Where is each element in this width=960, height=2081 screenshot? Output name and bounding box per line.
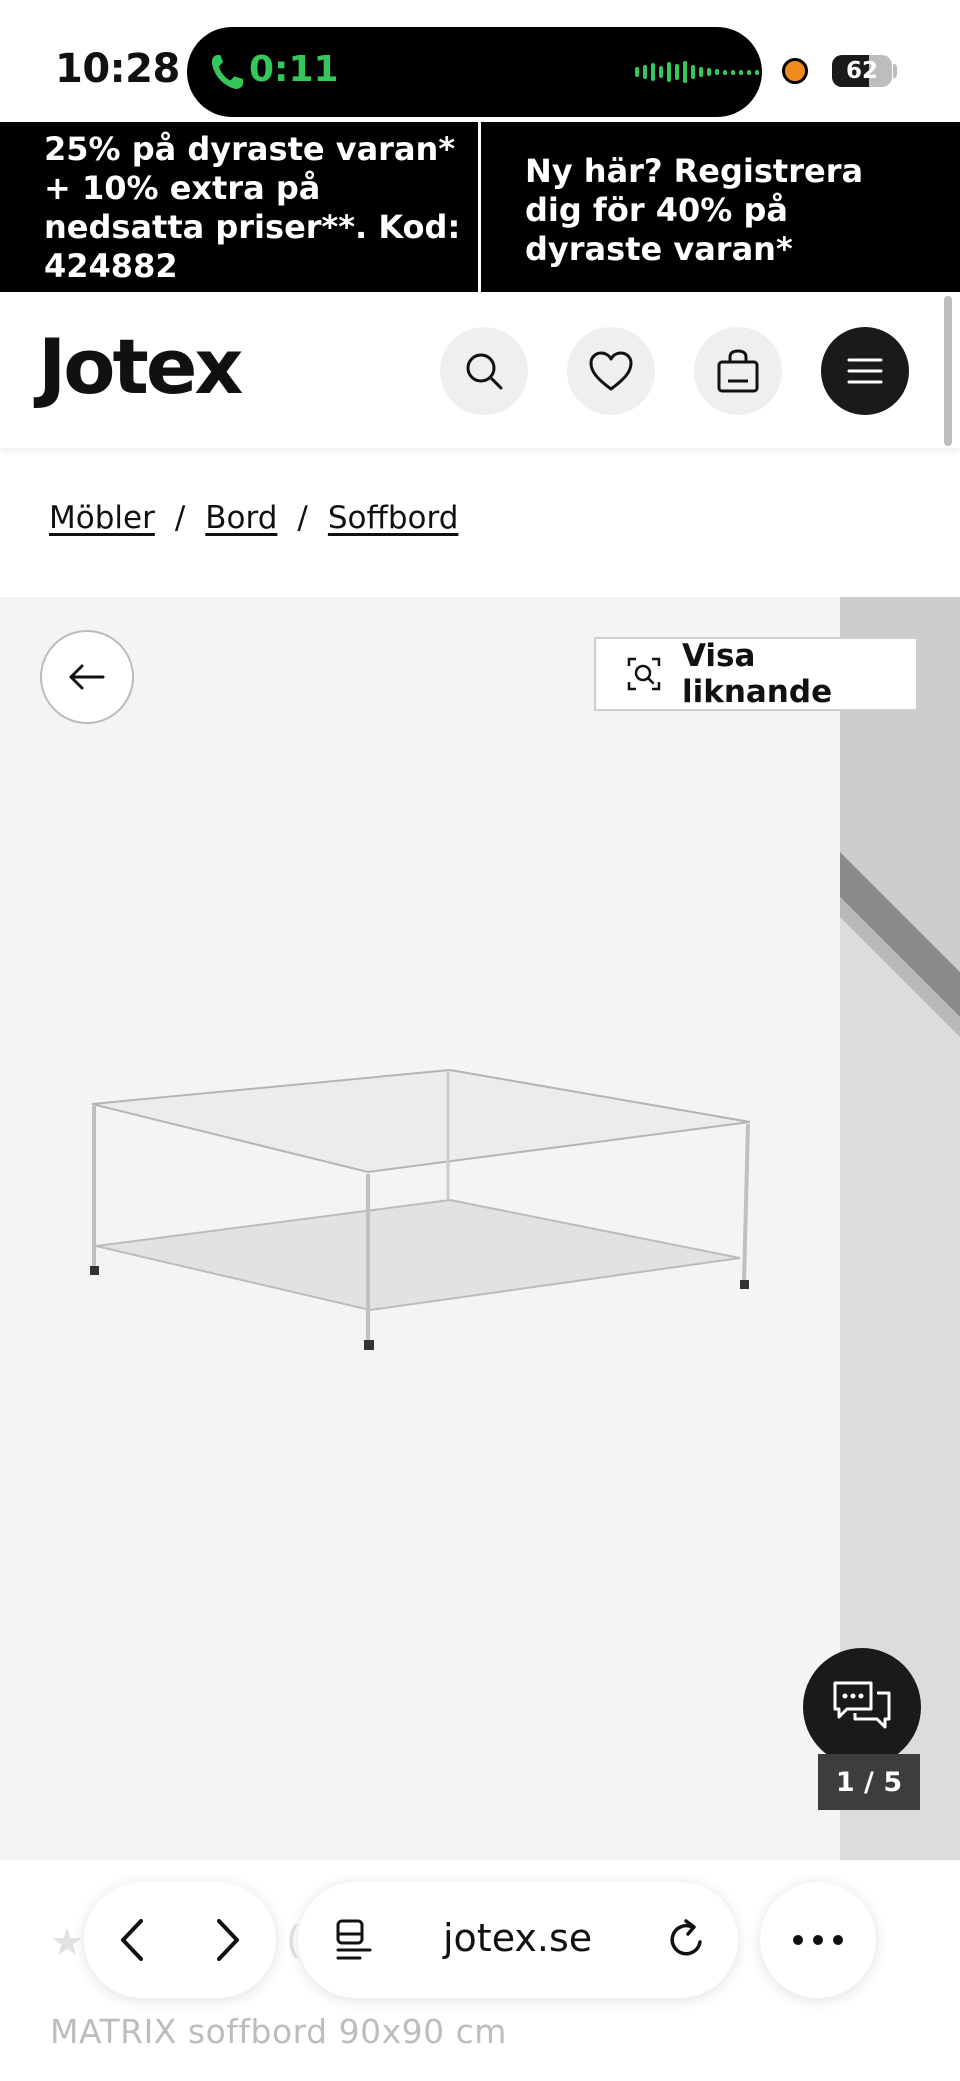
- breadcrumb-mobler[interactable]: Möbler: [49, 500, 155, 536]
- promo-discount-text[interactable]: 25% på dyraste varan* + 10% extra på ned…: [44, 130, 464, 286]
- logo[interactable]: Jotex: [38, 322, 243, 411]
- browser-forward-icon[interactable]: [213, 1917, 243, 1963]
- call-duration: 0:11: [249, 49, 339, 90]
- more-options-button[interactable]: [760, 1882, 876, 1998]
- promo-register-text[interactable]: Ny här? Registrera dig för 40% på dyrast…: [525, 152, 925, 269]
- heart-icon: [589, 351, 633, 391]
- arrow-left-icon: [69, 664, 105, 690]
- microphone-indicator-icon: [782, 58, 808, 84]
- breadcrumb: Möbler / Bord / Soffbord: [49, 500, 458, 536]
- address-bar[interactable]: jotex.se: [298, 1882, 738, 1998]
- phone-icon: [211, 55, 243, 89]
- battery-level: 62: [845, 58, 878, 84]
- cart-button[interactable]: [694, 327, 782, 415]
- clock: 10:28: [55, 46, 180, 92]
- reader-mode-icon[interactable]: [334, 1918, 378, 1962]
- menu-icon: [847, 358, 883, 384]
- image-counter: 1 / 5: [818, 1754, 920, 1810]
- glass-coffee-table-image: [90, 1068, 751, 1350]
- visual-search-icon: [627, 657, 661, 691]
- reload-icon[interactable]: [664, 1918, 708, 1962]
- bag-icon: [717, 349, 759, 393]
- status-bar: 10:28 0:11 62: [0, 0, 960, 122]
- battery-icon: 62: [832, 55, 892, 87]
- search-icon: [466, 353, 503, 390]
- audio-waveform-icon: [635, 57, 759, 87]
- browser-back-icon[interactable]: [117, 1917, 147, 1963]
- back-button[interactable]: [40, 630, 134, 724]
- breadcrumb-separator: /: [174, 500, 186, 536]
- breadcrumb-separator: /: [297, 500, 308, 536]
- site-header: Jotex: [0, 292, 960, 448]
- promo-divider: [478, 122, 481, 292]
- page-scrollbar[interactable]: [944, 296, 952, 446]
- ellipsis-icon: [793, 1935, 843, 1945]
- search-button[interactable]: [440, 327, 528, 415]
- product-title: MATRIX soffbord 90x90 cm: [50, 2012, 507, 2051]
- show-similar-button[interactable]: Visa liknande: [594, 637, 918, 711]
- chat-button[interactable]: [803, 1648, 921, 1766]
- show-similar-label: Visa liknande: [681, 638, 833, 710]
- url-text: jotex.se: [443, 1916, 593, 1960]
- breadcrumb-soffbord[interactable]: Soffbord: [328, 500, 459, 536]
- dynamic-island-call[interactable]: 0:11: [187, 27, 762, 117]
- battery-cap: [893, 64, 897, 78]
- breadcrumb-bord[interactable]: Bord: [205, 500, 277, 536]
- promo-banner: 25% på dyraste varan* + 10% extra på ned…: [0, 122, 960, 292]
- browser-nav-group: [84, 1882, 276, 1998]
- chat-icon: [833, 1681, 891, 1729]
- wishlist-button[interactable]: [567, 327, 655, 415]
- menu-button[interactable]: [821, 327, 909, 415]
